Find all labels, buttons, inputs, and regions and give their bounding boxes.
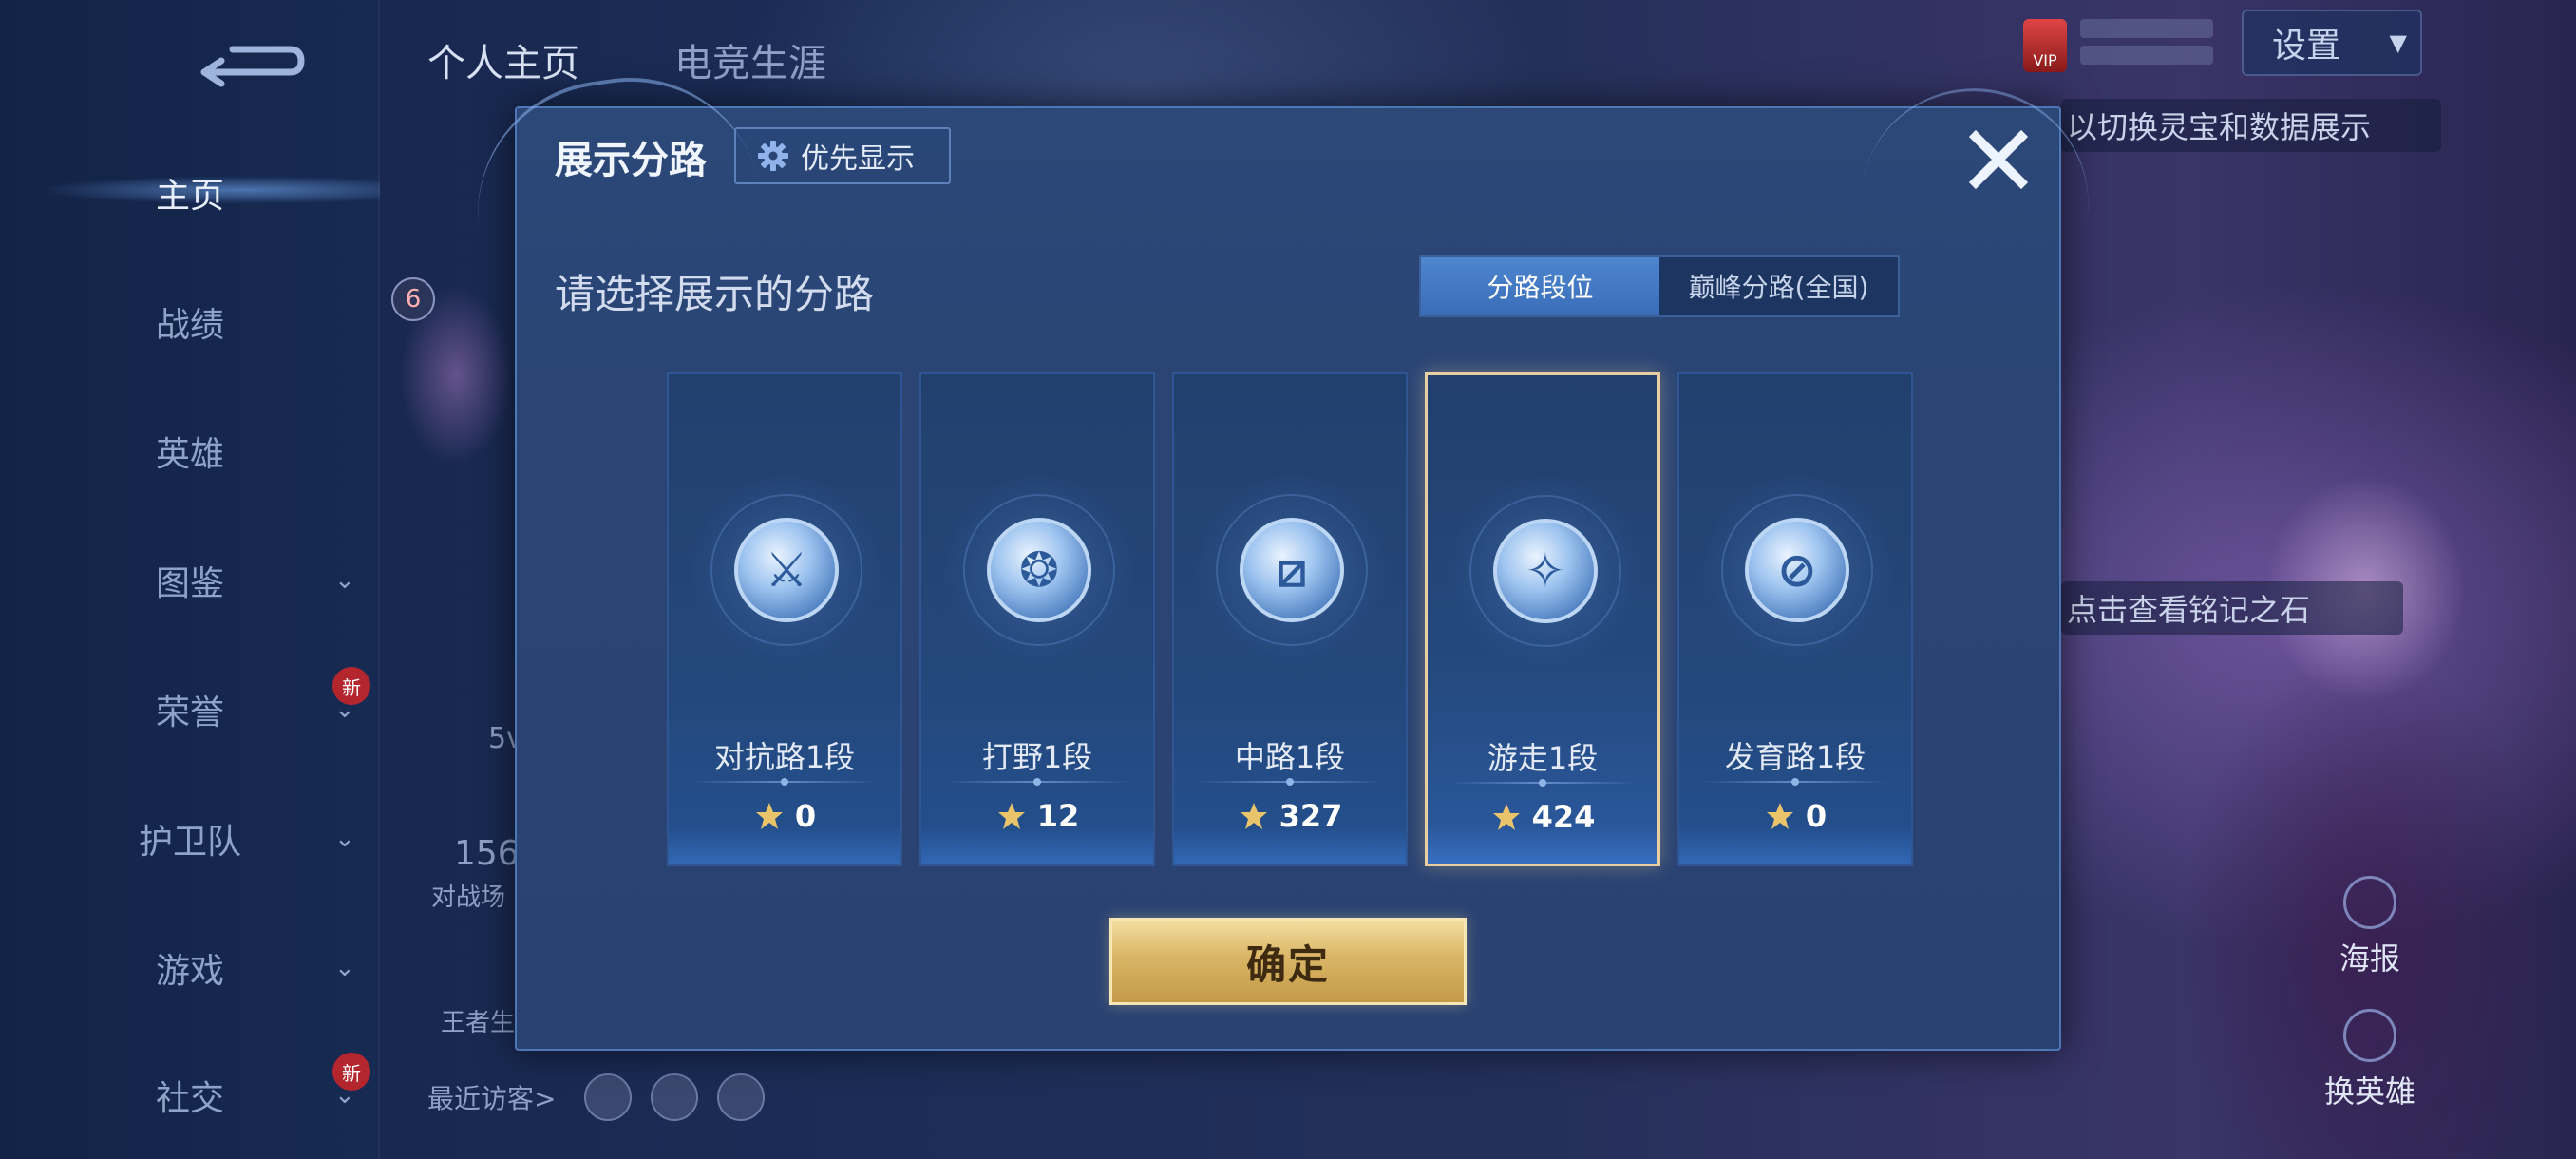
nav-item-guard-team[interactable]: 护卫队 ⌄ <box>0 806 380 872</box>
lane-label: 游走1段 <box>1487 740 1599 776</box>
match-count: 156 <box>454 834 520 873</box>
dialog-subtitle: 请选择展示的分路 <box>555 271 875 317</box>
priority-display-button[interactable]: 优先显示 <box>734 127 951 184</box>
jungle-icon: ❂ <box>987 518 1091 622</box>
nav-item-records[interactable]: 战绩 <box>0 289 380 355</box>
emblem-glow: ⊘ <box>1702 475 1892 665</box>
emblem-ring: ⧄ <box>1216 494 1368 646</box>
emblem-ring: ⊘ <box>1721 494 1873 646</box>
nav-item-home[interactable]: 主页 <box>0 160 380 226</box>
new-badge: 新 <box>332 667 370 705</box>
emblem-glow: ⧄ <box>1197 475 1387 665</box>
lane-display-dialog: 展示分路 优先显示 请选择展示的分路 分路段位 巅峰分路(全国) ⚔ 对抗路1段… <box>461 60 2107 1051</box>
visitor-avatar[interactable] <box>717 1074 766 1121</box>
settings-label: 设置 <box>2272 27 2341 66</box>
card-glow <box>1428 826 1657 864</box>
card-glow <box>1174 826 1406 864</box>
toggle-peak-lane-national[interactable]: 巅峰分路(全国) <box>1659 256 1898 315</box>
divider-dot <box>1286 778 1294 786</box>
confirm-button[interactable]: 确定 <box>1109 918 1467 1005</box>
level-badge: 6 <box>391 277 435 321</box>
visitor-avatar[interactable] <box>584 1074 633 1121</box>
nav-item-label: 游戏 <box>155 952 224 991</box>
roam-icon: ✧ <box>1493 519 1598 623</box>
nav-item-label: 英雄 <box>155 435 224 474</box>
divider-dot <box>1539 779 1546 787</box>
nav-item-label: 战绩 <box>155 306 224 345</box>
nav-item-label: 社交 <box>155 1079 224 1118</box>
chevron-down-icon: ⌄ <box>334 566 355 595</box>
nav-item-label: 主页 <box>155 177 224 216</box>
divider-dot <box>1033 778 1041 786</box>
nav-item-label: 护卫队 <box>138 823 241 862</box>
poster-button[interactable]: 海报 <box>2303 864 2436 978</box>
nav-item-heroes[interactable]: 英雄 <box>0 418 380 484</box>
left-nav: 主页 战绩 英雄 图鉴 ⌄ 荣誉 ⌄ 新 护卫队 ⌄ 游戏 ⌄ 社交 ⌄ 新 <box>0 0 380 1159</box>
poster-label: 海报 <box>2339 940 2400 977</box>
switch-hero-label: 换英雄 <box>2323 1074 2415 1110</box>
emblem-ring: ✧ <box>1469 495 1621 647</box>
lane-card-roam[interactable]: ✧ 游走1段 424 <box>1425 372 1660 866</box>
tab-personal-home[interactable]: 个人主页 <box>427 32 579 87</box>
switch-display-hint[interactable]: 以切换灵宝和数据展示 <box>2061 99 2441 152</box>
back-arrow-icon <box>200 46 305 87</box>
nav-item-label: 荣誉 <box>155 694 224 732</box>
recent-visitors-label: 最近访客> <box>427 1083 557 1114</box>
mid-lane-icon: ⧄ <box>1240 518 1344 622</box>
chevron-down-icon: ⌄ <box>334 954 355 982</box>
divider-dot <box>781 778 788 786</box>
card-glow <box>669 826 900 864</box>
lane-card-clash[interactable]: ⚔ 对抗路1段 0 <box>667 372 902 866</box>
priority-display-label: 优先显示 <box>801 142 915 176</box>
emblem-glow: ❂ <box>944 475 1134 665</box>
chevron-down-icon: ⌄ <box>334 825 355 853</box>
settings-button[interactable]: 设置 ▼ <box>2242 10 2422 76</box>
switch-hero-button[interactable]: 换英雄 <box>2303 998 2436 1112</box>
recent-visitors[interactable]: 最近访客> <box>427 1074 766 1121</box>
switch-hero-icon <box>2343 1009 2396 1062</box>
close-icon <box>1968 129 2029 190</box>
nav-item-honor[interactable]: 荣誉 ⌄ 新 <box>0 667 380 743</box>
vip-info <box>2080 19 2213 72</box>
lane-mode-toggle: 分路段位 巅峰分路(全国) <box>1419 255 1900 317</box>
gear-icon <box>758 141 788 171</box>
close-button[interactable] <box>1960 122 2036 198</box>
back-button[interactable] <box>195 34 309 91</box>
card-glow <box>921 826 1153 864</box>
clash-lane-icon: ⚔ <box>734 518 839 622</box>
lane-label: 中路1段 <box>1234 739 1346 775</box>
emblem-ring: ⚔ <box>710 494 862 646</box>
emblem-glow: ⚔ <box>691 475 881 665</box>
rank-text: 王者生 <box>441 1009 516 1037</box>
nav-item-social[interactable]: 社交 ⌄ 新 <box>0 1053 380 1129</box>
inscription-stone-hint[interactable]: 点击查看铭记之石 <box>2061 581 2403 635</box>
vip-badge: VIP <box>2023 19 2067 72</box>
emblem-ring: ❂ <box>963 494 1115 646</box>
lane-card-jungle[interactable]: ❂ 打野1段 12 <box>919 372 1155 866</box>
lane-label: 发育路1段 <box>1724 739 1866 775</box>
new-badge: 新 <box>332 1053 370 1091</box>
lane-card-list: ⚔ 对抗路1段 0 ❂ 打野1段 12 ⧄ 中路1段 327 ✧ 游走1段 42… <box>667 372 1913 866</box>
visitor-avatar[interactable] <box>651 1074 699 1121</box>
poster-icon <box>2343 876 2396 929</box>
lane-card-farm[interactable]: ⊘ 发育路1段 0 <box>1677 372 1913 866</box>
match-label: 对战场 <box>431 884 506 912</box>
nav-item-label: 图鉴 <box>155 564 224 603</box>
chevron-down-icon: ▼ <box>2389 29 2407 56</box>
toggle-lane-rank[interactable]: 分路段位 <box>1421 256 1659 315</box>
lane-label: 对抗路1段 <box>713 739 856 775</box>
dialog-title: 展示分路 <box>555 139 707 182</box>
nav-item-game[interactable]: 游戏 ⌄ <box>0 935 380 1001</box>
lane-label: 打野1段 <box>981 739 1093 775</box>
vip-area[interactable]: VIP <box>2023 11 2213 74</box>
lane-card-mid[interactable]: ⧄ 中路1段 327 <box>1172 372 1408 866</box>
emblem-glow: ✧ <box>1450 476 1640 666</box>
tab-esports-career[interactable]: 电竞生涯 <box>674 32 826 87</box>
nav-item-codex[interactable]: 图鉴 ⌄ <box>0 547 380 614</box>
divider-dot <box>1791 778 1799 786</box>
farm-lane-icon: ⊘ <box>1745 518 1849 622</box>
card-glow <box>1679 826 1911 864</box>
